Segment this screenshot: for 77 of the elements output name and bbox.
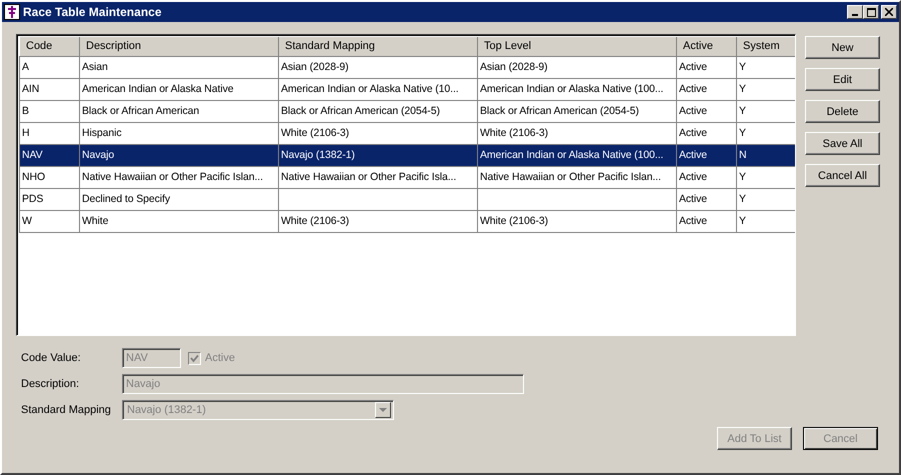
table-cell: Active <box>679 105 707 117</box>
table-cell: Y <box>739 215 746 227</box>
table-cell: Active <box>679 61 707 73</box>
action-button[interactable]: Delete <box>805 100 880 123</box>
dropdown-caret-icon <box>375 402 391 418</box>
table-cell: White (2106-3) <box>480 215 548 227</box>
table-cell: American Indian or Alaska Native (100... <box>480 83 664 95</box>
table-cell: American Indian or Alaska Native (100... <box>480 149 664 161</box>
table-cell: Asian (2028-9) <box>281 61 348 73</box>
column-header[interactable]: Active <box>676 37 736 56</box>
table-cell: B <box>22 105 29 117</box>
table-cell: H <box>22 127 30 139</box>
minimize-button[interactable] <box>847 5 863 19</box>
table-cell: White (2106-3) <box>281 127 350 139</box>
column-header[interactable]: Description <box>80 37 278 56</box>
table-cell: A <box>22 61 29 73</box>
table-cell: Active <box>679 83 707 95</box>
table-cell: Y <box>739 61 746 73</box>
table-cell: N <box>739 149 746 161</box>
table-cell: Y <box>739 127 746 139</box>
table-cell: White (2106-3) <box>281 215 350 227</box>
field-label: Standard Mapping <box>21 404 112 416</box>
table-cell: Active <box>679 149 707 161</box>
column-header[interactable]: Top Level <box>478 37 676 56</box>
column-header[interactable]: Standard Mapping <box>278 37 478 56</box>
field-label: Description: <box>21 378 80 390</box>
table-row[interactable]: A Asian Asian (2028-9) Asian (2028-9) Active Y <box>20 56 795 78</box>
maximize-icon <box>866 8 876 16</box>
table-cell: Hispanic <box>82 127 122 139</box>
table-cell: Native Hawaiian or Other Pacific Islan... <box>480 171 661 183</box>
table-cell: American Indian or Alaska Native (10... <box>281 83 459 95</box>
table-cell: Native Hawaiian or Other Pacific Isla... <box>281 171 456 183</box>
close-icon <box>885 8 893 16</box>
table-cell: Active <box>679 127 707 139</box>
table-cell: Navajo <box>82 149 114 161</box>
table-row[interactable]: PDS Declined to Specify Active Y <box>20 188 795 210</box>
table-row[interactable]: B Black or African American Black or African American (2054-5) Black or African American (2054-5) Active Y <box>20 100 795 122</box>
checkbox-label: Active <box>205 352 235 364</box>
table-cell: Active <box>679 171 707 183</box>
table-cell: Declined to Specify <box>82 193 170 205</box>
action-button[interactable]: Edit <box>805 68 880 91</box>
table-cell: PDS <box>22 193 44 205</box>
table-cell: Asian (2028-9) <box>480 61 548 73</box>
column-header[interactable]: System <box>736 37 795 56</box>
table-row[interactable]: H Hispanic White (2106-3) White (2106-3) Active Y <box>20 122 795 144</box>
table-cell: Y <box>739 193 746 205</box>
window-title: Race Table Maintenance <box>23 5 162 19</box>
table-row[interactable]: NHO Native Hawaiian or Other Pacific Islan... Native Hawaiian or Other Pacific Isla... Native Hawaiian or Other Pacific Islan... Active Y <box>20 166 795 188</box>
action-button[interactable]: New <box>805 36 880 59</box>
table-cell: Black or African American (2054-5) <box>281 105 440 117</box>
table-cell: NHO <box>22 171 46 183</box>
table-cell: Active <box>679 215 707 227</box>
table-cell: Black or African American <box>82 105 200 117</box>
table-cell: Native Hawaiian or Other Pacific Islan... <box>82 171 263 183</box>
table-cell: White <box>82 215 108 227</box>
action-button[interactable]: Save All <box>805 132 880 155</box>
close-button[interactable] <box>881 5 897 19</box>
table-row[interactable]: NAV Navajo Navajo (1382-1) American Indian or Alaska Native (100... Active N <box>20 144 795 166</box>
table-cell: Y <box>739 105 746 117</box>
table-cell: AIN <box>22 83 40 95</box>
cross-icon <box>4 4 20 20</box>
table-cell: American Indian or Alaska Native <box>82 83 234 95</box>
maximize-button[interactable] <box>863 5 879 19</box>
field-label: Code Value: <box>21 352 82 364</box>
table-row[interactable]: AIN American Indian or Alaska Native American Indian or Alaska Native (10... American Indian or Alaska Native (100... Active Y <box>20 78 795 100</box>
table-cell: White (2106-3) <box>480 127 548 139</box>
table-cell: Y <box>739 171 746 183</box>
table-cell: NAV <box>22 149 43 161</box>
table-cell: Y <box>739 83 746 95</box>
table-cell: Active <box>679 193 707 205</box>
column-header[interactable]: Code <box>20 37 80 56</box>
action-button[interactable]: Cancel All <box>805 164 880 187</box>
table-cell: Navajo (1382-1) <box>281 149 355 161</box>
table-row[interactable]: W White White (2106-3) White (2106-3) Active Y <box>20 210 795 232</box>
table-cell: Black or African American (2054-5) <box>480 105 639 117</box>
table-cell: W <box>22 215 32 227</box>
table-cell: Asian <box>82 61 108 73</box>
